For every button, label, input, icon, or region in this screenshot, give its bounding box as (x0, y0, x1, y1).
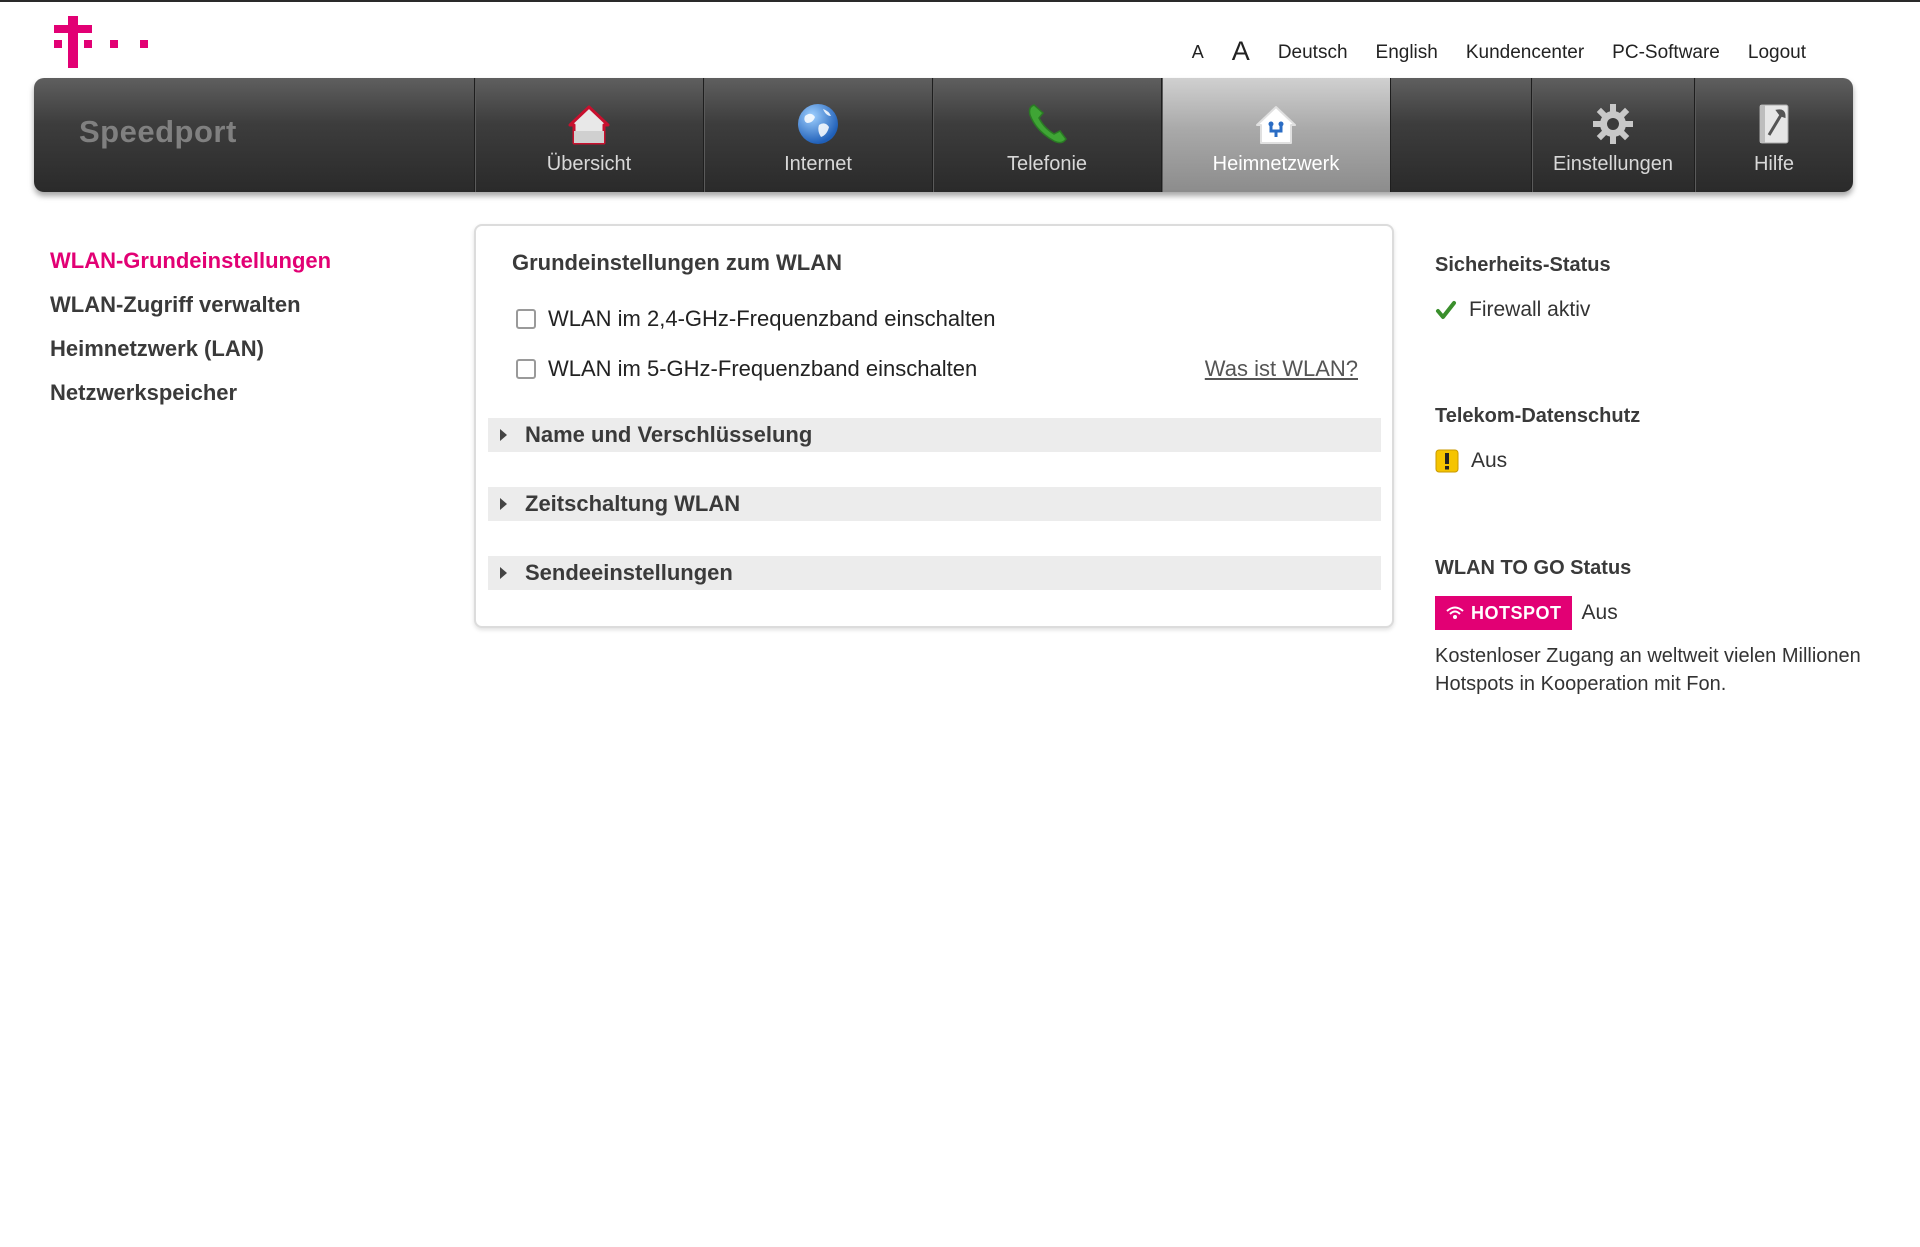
wlan-to-go-row: HOTSPOT Aus (1435, 596, 1618, 630)
phone-icon (1028, 104, 1067, 144)
sidebar-item-netzwerkspeicher[interactable]: Netzwerkspeicher (50, 380, 331, 406)
nav-tab-label: Übersicht (546, 153, 632, 175)
gear-icon (1593, 104, 1633, 144)
pc-software-link[interactable]: PC-Software (1612, 42, 1720, 64)
top-navigation: A A Deutsch English Kundencenter PC-Soft… (1192, 34, 1806, 67)
section-label: Zeitschaltung WLAN (525, 491, 741, 516)
checkmark-icon (1436, 301, 1456, 319)
nav-tab-label: Telefonie (1006, 153, 1088, 175)
font-size-small-button[interactable]: A (1192, 42, 1204, 63)
hotspot-badge: HOTSPOT (1435, 596, 1572, 630)
nav-tab-internet[interactable]: Internet (703, 78, 932, 192)
globe-icon (798, 104, 838, 144)
nav-divider (1390, 78, 1391, 192)
home-network-icon (1256, 106, 1296, 144)
sidebar-item-wlan-grundeinstellungen[interactable]: WLAN-Grundeinstellungen (50, 248, 331, 274)
nav-tab-einstellungen[interactable]: Einstellungen (1531, 78, 1694, 192)
nav-tab-label: Heimnetzwerk (1212, 153, 1340, 175)
wlan-24ghz-checkbox[interactable] (516, 309, 536, 329)
expand-arrow-icon (500, 567, 507, 579)
section-label: Sendeeinstellungen (525, 560, 733, 585)
expand-arrow-icon (500, 429, 507, 441)
logout-link[interactable]: Logout (1748, 42, 1806, 64)
language-english-link[interactable]: English (1376, 42, 1438, 64)
section-zeitschaltung-wlan[interactable]: Zeitschaltung WLAN (488, 487, 1381, 521)
main-navbar: Speedport Übersicht Internet Telefonie H… (34, 78, 1853, 192)
telekom-logo (54, 16, 148, 68)
security-status-row: Firewall aktiv (1435, 298, 1590, 322)
expand-arrow-icon (500, 498, 507, 510)
nav-tab-uebersicht[interactable]: Übersicht (474, 78, 703, 192)
help-book-icon (1759, 104, 1789, 144)
section-sendeeinstellungen[interactable]: Sendeeinstellungen (488, 556, 1381, 590)
wlan-5ghz-row: WLAN im 5-GHz-Frequenzband einschalten (516, 356, 977, 382)
sidebar-menu: WLAN-Grundeinstellungen WLAN-Zugriff ver… (50, 248, 331, 424)
nav-tab-label: Internet (784, 153, 852, 175)
hotspot-badge-label: HOTSPOT (1471, 602, 1562, 623)
font-size-large-button[interactable]: A (1232, 36, 1250, 67)
wlan-to-go-description: Kostenloser Zugang an weltweit vielen Mi… (1435, 645, 1861, 695)
warning-icon (1435, 449, 1459, 473)
privacy-status-row: Aus (1435, 449, 1507, 473)
nav-tab-label: Hilfe (1753, 153, 1794, 175)
sidebar-item-wlan-zugriff[interactable]: WLAN-Zugriff verwalten (50, 292, 331, 318)
privacy-status-value: Aus (1471, 449, 1508, 472)
wlan-to-go-value: Aus (1581, 601, 1618, 624)
wlan-24ghz-row: WLAN im 2,4-GHz-Frequenzband einschalten (516, 306, 996, 332)
security-status-value: Firewall aktiv (1469, 298, 1591, 321)
page-title: Grundeinstellungen zum WLAN (512, 250, 842, 275)
speedport-brand: Speedport (79, 114, 237, 149)
sidebar-item-heimnetzwerk-lan[interactable]: Heimnetzwerk (LAN) (50, 336, 331, 362)
nav-tab-label: Einstellungen (1552, 153, 1674, 175)
section-label: Name und Verschlüsselung (525, 422, 813, 447)
wlan-5ghz-checkbox[interactable] (516, 359, 536, 379)
section-name-verschluesselung[interactable]: Name und Verschlüsselung (488, 418, 1381, 452)
home-icon (568, 105, 610, 145)
kundencenter-link[interactable]: Kundencenter (1466, 42, 1584, 64)
was-ist-wlan-link[interactable]: Was ist WLAN? (1205, 356, 1358, 382)
wifi-icon (1446, 606, 1464, 619)
wlan-settings-panel: Grundeinstellungen zum WLAN WLAN im 2,4-… (474, 224, 1394, 628)
nav-tab-telefonie[interactable]: Telefonie (932, 78, 1161, 192)
security-status-title: Sicherheits-Status (1435, 254, 1611, 276)
privacy-status-title: Telekom-Datenschutz (1435, 405, 1641, 427)
nav-tab-heimnetzwerk[interactable]: Heimnetzwerk (1161, 78, 1390, 192)
wlan-5ghz-label: WLAN im 5-GHz-Frequenzband einschalten (548, 356, 978, 381)
nav-tab-hilfe[interactable]: Hilfe (1694, 78, 1853, 192)
language-deutsch-link[interactable]: Deutsch (1278, 42, 1348, 64)
wlan-24ghz-label: WLAN im 2,4-GHz-Frequenzband einschalten (548, 306, 996, 331)
wlan-to-go-title: WLAN TO GO Status (1435, 557, 1632, 579)
